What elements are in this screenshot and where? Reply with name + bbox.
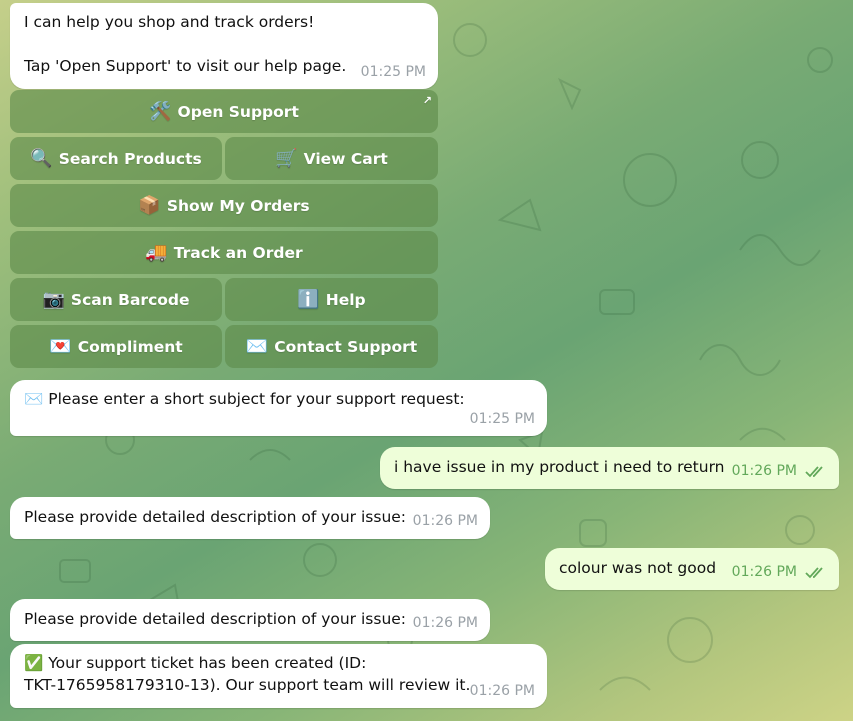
camera-icon: 📷: [42, 288, 65, 310]
message-time: 01:26 PM: [731, 463, 797, 479]
button-label: Track an Order: [173, 243, 303, 262]
external-link-icon: ↗: [422, 94, 432, 107]
love-letter-icon: 💌: [49, 335, 72, 357]
compliment-button[interactable]: 💌 Compliment: [10, 325, 222, 368]
user-message-description: colour was not good 01:26 PM: [545, 548, 839, 590]
message-text-line: I can help you shop and track orders!: [24, 13, 315, 31]
message-time: 01:26 PM: [469, 683, 535, 699]
track-order-button[interactable]: 🚚 Track an Order: [10, 231, 438, 274]
cart-icon: 🛒: [275, 147, 298, 169]
button-label: View Cart: [303, 149, 388, 168]
contact-support-button[interactable]: ✉️ Contact Support: [225, 325, 438, 368]
read-ticks-icon: [805, 567, 823, 579]
bot-message-description-prompt: Please provide detailed description of y…: [10, 497, 490, 539]
bot-message-description-prompt: Please provide detailed description of y…: [10, 599, 490, 641]
button-label: Scan Barcode: [70, 290, 190, 309]
button-label: Contact Support: [274, 337, 418, 356]
button-label: Compliment: [77, 337, 183, 356]
check-mark-icon: ✅: [24, 654, 44, 672]
message-text: Please provide detailed description of y…: [24, 610, 407, 628]
tools-icon: 🛠️: [149, 100, 172, 122]
bot-message-welcome: I can help you shop and track orders! Ta…: [10, 3, 438, 89]
message-text: Please provide detailed description of y…: [24, 508, 407, 526]
message-text: Please enter a short subject for your su…: [48, 390, 465, 408]
button-label: Open Support: [177, 102, 299, 121]
package-icon: 📦: [138, 194, 161, 216]
search-products-button[interactable]: 🔍 Search Products: [10, 137, 222, 180]
message-time: 01:26 PM: [412, 615, 478, 631]
view-cart-button[interactable]: 🛒 View Cart: [225, 137, 438, 180]
info-icon: ℹ️: [297, 288, 320, 310]
message-text-line: TKT-1765958179310-13). Our support team …: [24, 676, 471, 694]
message-text-line: Your support ticket has been created (ID…: [48, 654, 367, 672]
show-my-orders-button[interactable]: 📦 Show My Orders: [10, 184, 438, 227]
message-text: i have issue in my product i need to ret…: [394, 458, 725, 476]
help-button[interactable]: ℹ️ Help: [225, 278, 438, 321]
truck-icon: 🚚: [145, 241, 168, 263]
message-time: 01:25 PM: [360, 64, 426, 80]
user-message-subject: i have issue in my product i need to ret…: [380, 447, 839, 489]
bot-message-ticket-created: ✅ Your support ticket has been created (…: [10, 644, 547, 708]
message-time: 01:26 PM: [412, 513, 478, 529]
button-label: Help: [325, 290, 366, 309]
open-support-button[interactable]: 🛠️ Open Support ↗: [10, 90, 438, 133]
message-time: 01:25 PM: [469, 411, 535, 427]
scan-barcode-button[interactable]: 📷 Scan Barcode: [10, 278, 222, 321]
message-text: colour was not good: [559, 559, 717, 577]
button-label: Search Products: [58, 149, 202, 168]
envelope-icon: ✉️: [24, 390, 44, 408]
magnifier-icon: 🔍: [30, 147, 53, 169]
message-time: 01:26 PM: [731, 564, 797, 580]
bot-message-subject-prompt: ✉️ Please enter a short subject for your…: [10, 380, 547, 436]
button-label: Show My Orders: [166, 196, 310, 215]
read-ticks-icon: [805, 466, 823, 478]
envelope-icon: ✉️: [245, 335, 269, 357]
